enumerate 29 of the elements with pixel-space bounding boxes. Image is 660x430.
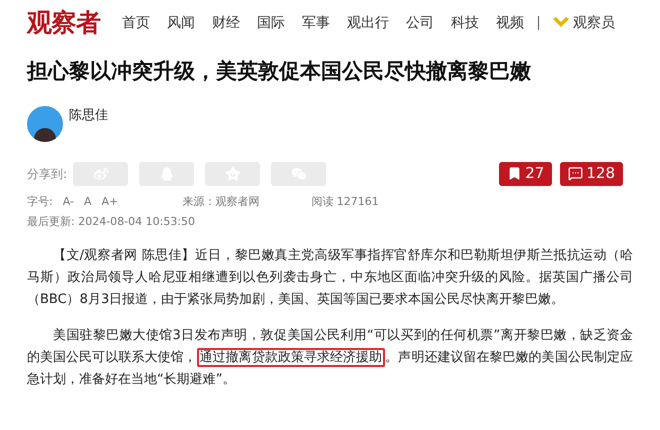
member-link[interactable]: 观察员: [553, 12, 616, 34]
font-size-link[interactable]: A-: [62, 194, 74, 210]
author-name[interactable]: 陈思佳: [69, 106, 108, 125]
nav-link[interactable]: 观出行: [347, 12, 390, 34]
bookmark-icon: [507, 166, 522, 181]
avatar: [27, 106, 63, 142]
font-size-link[interactable]: A+: [102, 194, 118, 210]
nav-link[interactable]: 首页: [122, 12, 150, 34]
comment-icon: [568, 166, 584, 181]
nav-link[interactable]: 国际: [257, 12, 286, 34]
font-size-link[interactable]: A: [84, 194, 92, 210]
chevron-badge-icon: [553, 17, 570, 29]
nav-link[interactable]: 科技: [451, 12, 480, 34]
share-label: 分享到:: [27, 166, 68, 182]
font-size-label: 字号:: [27, 194, 53, 210]
site-logo[interactable]: 观察者: [27, 4, 100, 42]
article-paragraph: 【文/观察者网 陈思佳】近日，黎巴嫩真主党高级军事指挥官舒库尔和巴勒斯坦伊斯兰抵抗运动（哈马斯）政治局领导人哈尼亚相继遭到以色列袭击身亡，中东地区面临冲突升级的风险。据英国广播公司（BBC）8月3日报道，由于紧张局势加剧，美国、英国等国已要求本国公民尽快离开黎巴嫩。: [27, 246, 633, 308]
source-text: 来源：观察者网: [182, 194, 260, 210]
nav-link[interactable]: 公司: [406, 12, 434, 34]
comment-button[interactable]: 128: [560, 162, 623, 186]
nav-link[interactable]: 视频: [496, 12, 524, 34]
bookmark-button[interactable]: 27: [499, 162, 552, 186]
article-title: 担心黎以冲突升级，美英敦促本国公民尽快撤离黎巴嫩: [27, 58, 532, 85]
nav-link[interactable]: 军事: [302, 12, 330, 34]
nav-link[interactable]: 风闻: [167, 12, 196, 34]
read-count: 阅读 127161: [311, 194, 379, 210]
update-time: 最后更新: 2024-08-04 10:53:50: [27, 214, 196, 230]
article-paragraph: 美国驻黎巴嫩大使馆3日发布声明，敦促美国公民利用“可以买到的任何机票”离开黎巴嫩，缺乏资金的美国公民可以联系大使馆， 通过撤离贷款政策寻求经济援助 。声明还建议留在黎巴嫩的美国公民制定应急计划，准备好在当地“长期避难”。: [27, 326, 633, 388]
nav-link[interactable]: 财经: [212, 12, 240, 34]
